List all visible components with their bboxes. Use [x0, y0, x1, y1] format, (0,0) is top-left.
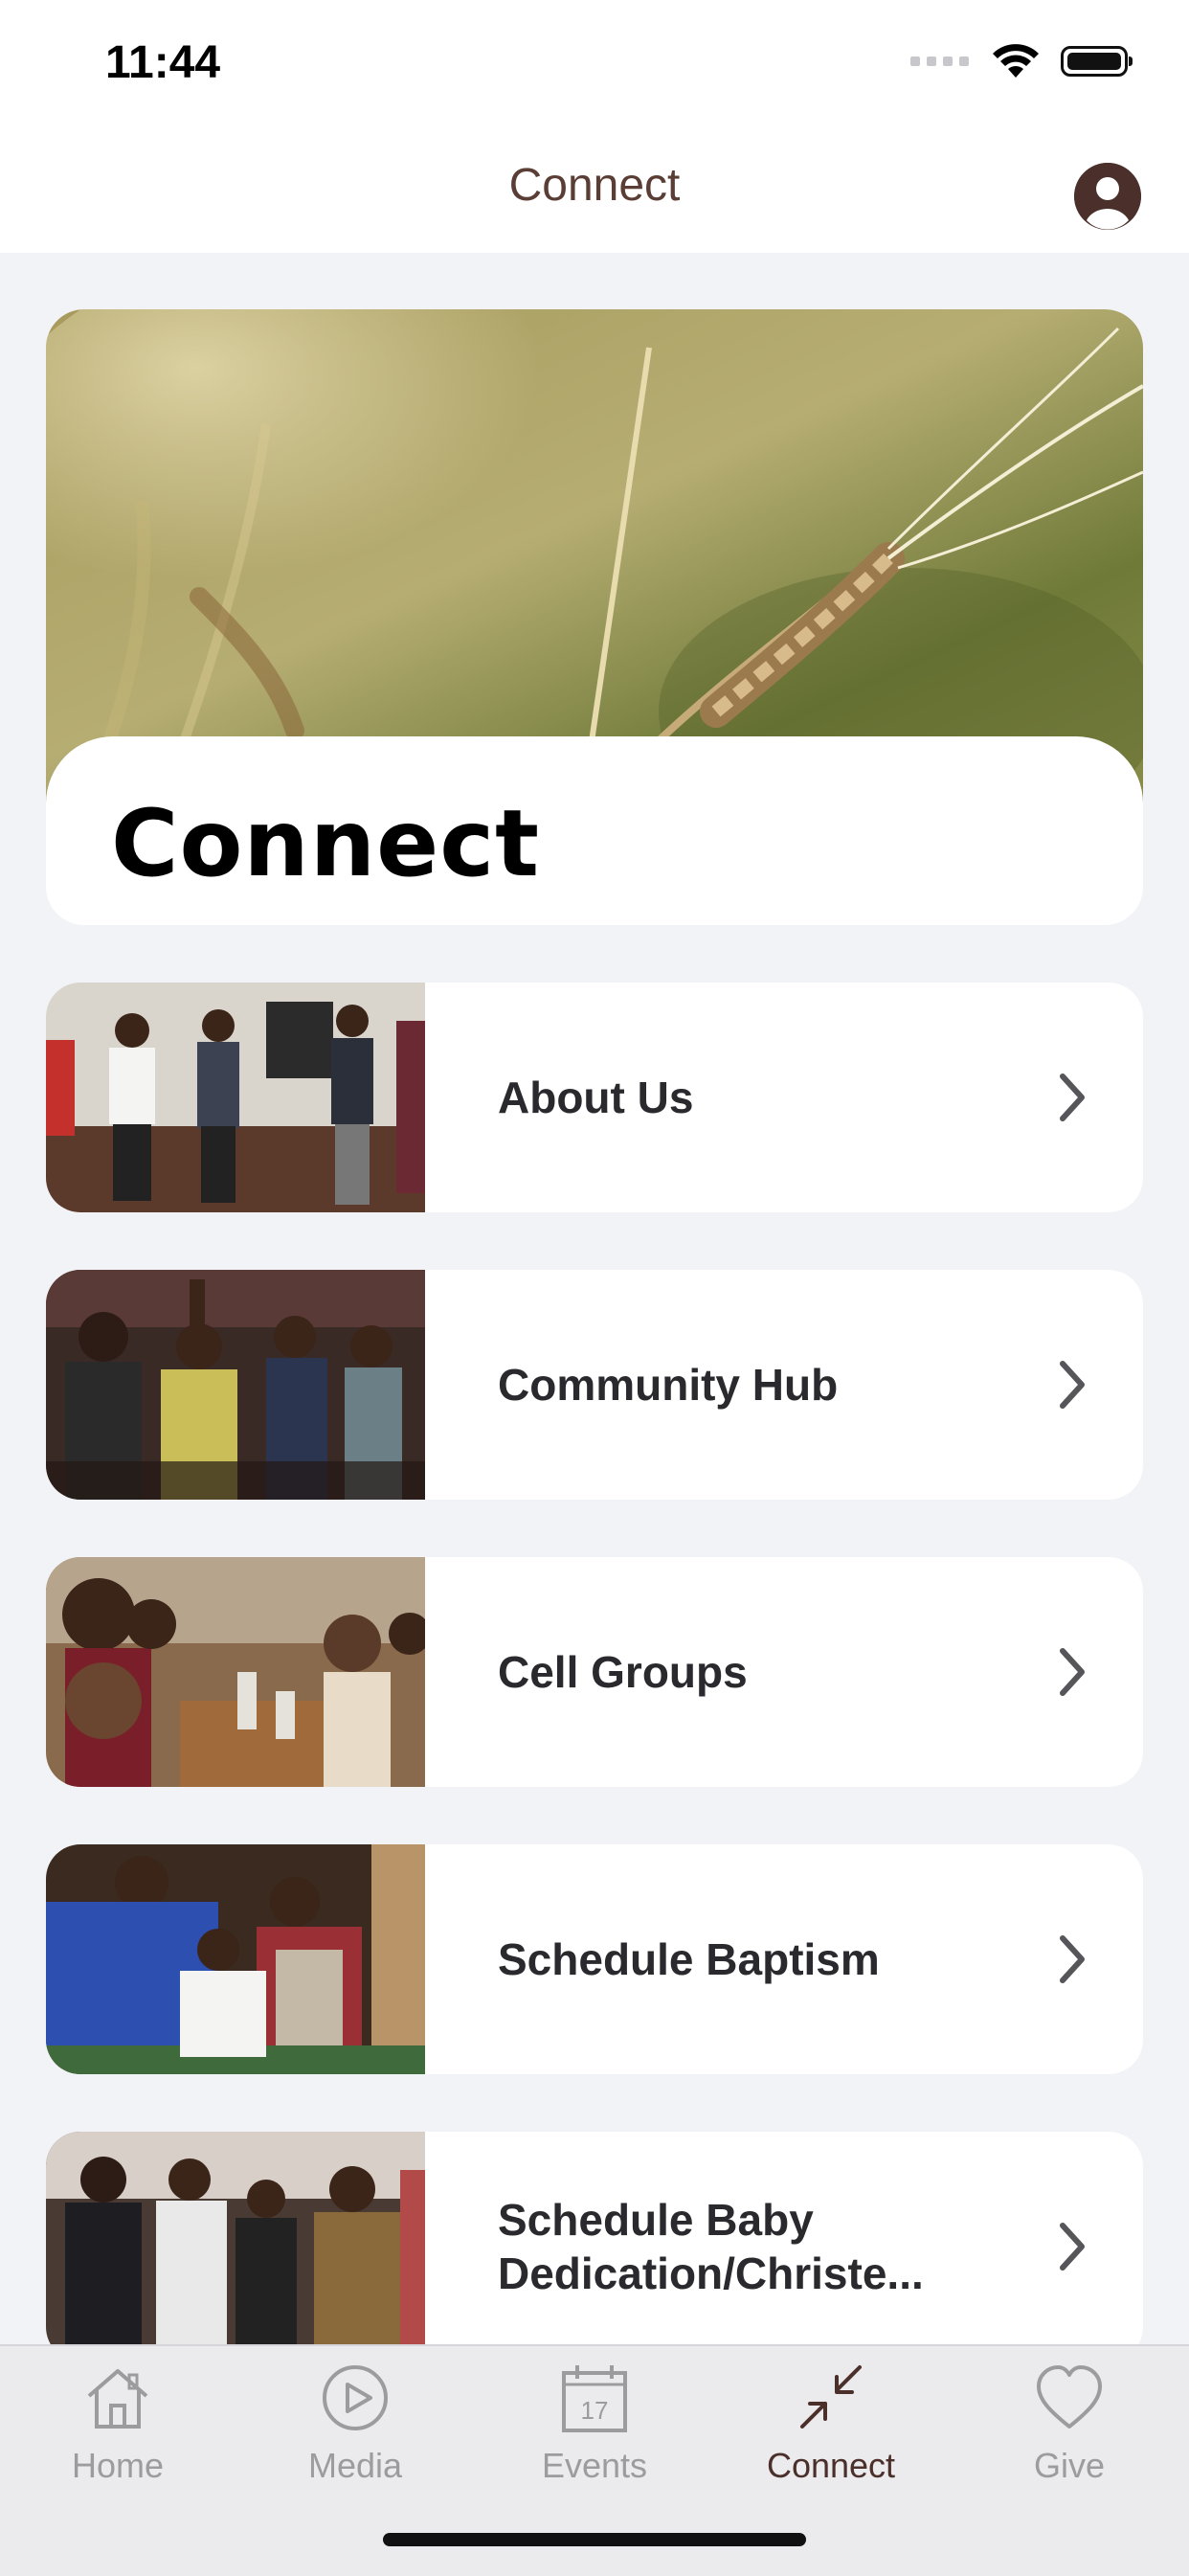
about-us-thumbnail — [46, 983, 425, 1212]
tab-connect[interactable]: Connect — [735, 2360, 927, 2486]
community-hub-thumbnail — [46, 1270, 425, 1500]
home-indicator — [383, 2533, 806, 2546]
user-avatar-icon — [1074, 163, 1141, 230]
tab-label: Connect — [766, 2446, 896, 2485]
chevron-right-icon — [1060, 2223, 1085, 2271]
list-item-cell-groups[interactable]: Cell Groups — [46, 1557, 1143, 1787]
home-icon — [87, 2369, 148, 2429]
tab-give[interactable]: Give — [974, 2360, 1165, 2486]
schedule-baptism-thumbnail — [46, 1844, 425, 2074]
profile-button[interactable] — [1074, 163, 1141, 230]
chevron-right-icon — [1060, 1935, 1085, 1983]
heart-icon — [1037, 2365, 1102, 2429]
tab-home[interactable]: Home — [22, 2360, 213, 2486]
status-time: 11:44 — [105, 37, 221, 88]
wheat-banner-image — [46, 309, 1143, 807]
tab-events[interactable]: 17 Events — [499, 2360, 690, 2486]
svg-text:17: 17 — [581, 2396, 609, 2425]
list-item-label: Community Hub — [498, 1359, 839, 1410]
calendar-icon: 17 — [562, 2365, 627, 2432]
cell-groups-thumbnail — [46, 1557, 425, 1787]
list-item-label: About Us — [498, 1072, 694, 1122]
status-bar: 11:44 — [0, 0, 1189, 134]
page-title: Connect — [508, 160, 681, 211]
play-icon — [323, 2365, 388, 2430]
chevron-right-icon — [1060, 1361, 1085, 1409]
tab-label: Media — [307, 2446, 403, 2485]
cellular-signal-icon — [910, 56, 969, 66]
navigation-bar: Connect — [0, 134, 1189, 253]
list-item-label: Schedule Baptism — [498, 1933, 880, 1984]
tab-label: Home — [71, 2446, 165, 2485]
list-item-label: Cell Groups — [498, 1646, 748, 1697]
tab-media[interactable]: Media — [259, 2360, 451, 2486]
list-item-schedule-baptism[interactable]: Schedule Baptism — [46, 1844, 1143, 2074]
list-item-label: Schedule Baby Dedication/Christe... — [498, 2194, 924, 2298]
connect-icon — [800, 2365, 862, 2429]
battery-icon — [1061, 46, 1133, 77]
hero-banner: Connect — [46, 309, 1143, 925]
hero-title-card: Connect — [46, 736, 1143, 925]
list-item-schedule-baby-dedication[interactable]: Schedule Baby Dedication/Christe... — [46, 2132, 1143, 2361]
baby-dedication-thumbnail — [46, 2132, 425, 2361]
status-icons — [910, 42, 1133, 80]
chevron-right-icon — [1060, 1648, 1085, 1696]
tab-label: Events — [541, 2446, 648, 2485]
list-item-about-us[interactable]: About Us — [46, 983, 1143, 1212]
chevron-right-icon — [1060, 1073, 1085, 1121]
list-item-community-hub[interactable]: Community Hub — [46, 1270, 1143, 1500]
hero-title: Connect — [111, 790, 540, 897]
wifi-icon — [993, 44, 1039, 78]
tab-label: Give — [1033, 2446, 1106, 2485]
